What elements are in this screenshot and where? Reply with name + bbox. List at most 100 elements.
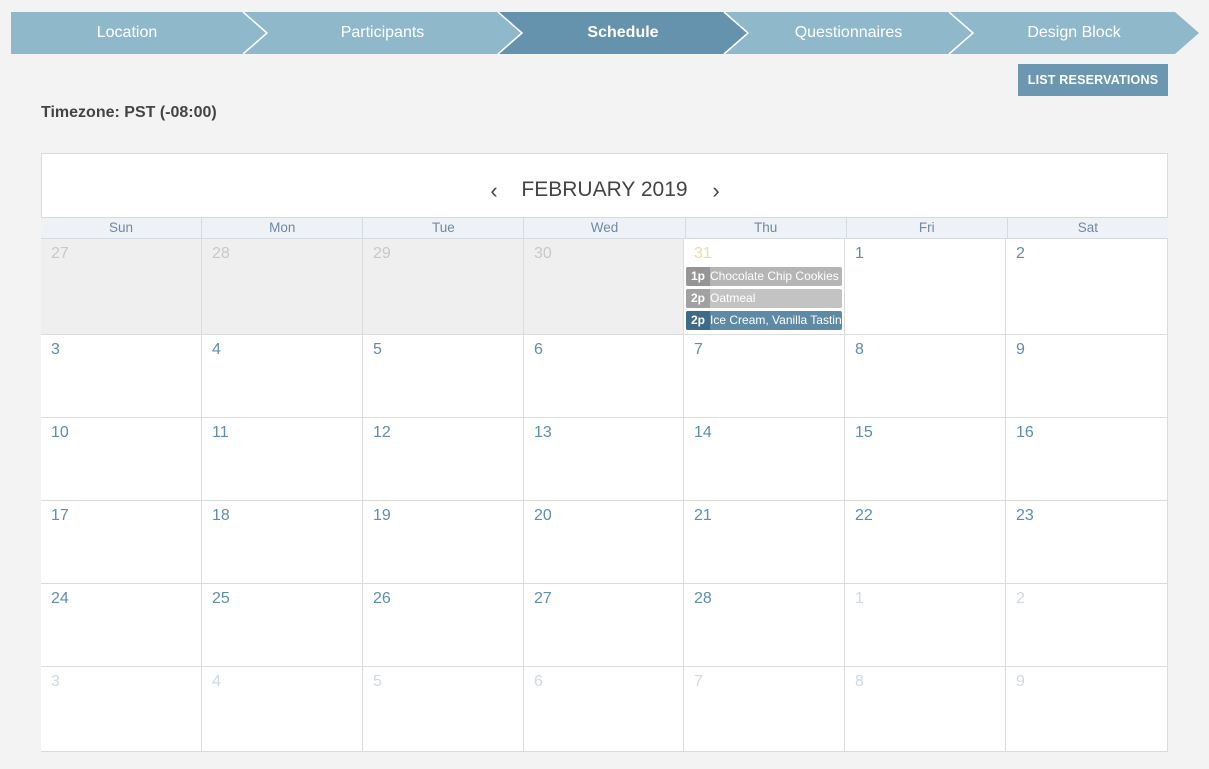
calendar-day-cell[interactable]: 19 <box>363 501 524 584</box>
calendar-grid: 27 28 29 30 31 1p Chocolate Chip Cookies 2p Oatm… <box>41 239 1168 752</box>
chevron-left-icon[interactable]: ‹ <box>484 176 504 206</box>
calendar-day-cell[interactable]: 21 <box>684 501 845 584</box>
day-number: 3 <box>51 673 60 690</box>
day-number: 18 <box>212 507 230 524</box>
calendar-day-cell[interactable]: 3 <box>41 667 202 752</box>
calendar-day-cell[interactable]: 28 <box>684 584 845 667</box>
calendar: ‹ FEBRUARY 2019 › Sun Mon Tue Wed Thu Fri Sat … <box>41 153 1168 752</box>
wizard-step-schedule[interactable]: Schedule <box>522 12 724 54</box>
calendar-day-cell[interactable]: 29 <box>363 239 524 335</box>
day-number: 15 <box>855 424 873 441</box>
calendar-day-cell[interactable]: 6 <box>524 667 684 752</box>
day-number: 12 <box>373 424 391 441</box>
day-number: 17 <box>51 507 69 524</box>
day-number: 6 <box>534 341 543 358</box>
calendar-day-cell[interactable]: 3 <box>41 335 202 418</box>
calendar-day-cell[interactable]: 9 <box>1006 667 1168 752</box>
calendar-day-cell[interactable]: 12 <box>363 418 524 501</box>
calendar-day-cell[interactable]: 31 1p Chocolate Chip Cookies 2p Oatmeal 2p Ice… <box>684 239 845 335</box>
wizard-step-participants[interactable]: Participants <box>267 12 498 54</box>
calendar-day-cell[interactable]: 8 <box>845 667 1006 752</box>
calendar-day-cell[interactable]: 9 <box>1006 335 1168 418</box>
weekday-sun: Sun <box>41 218 203 238</box>
calendar-day-cell[interactable]: 20 <box>524 501 684 584</box>
day-number: 13 <box>534 424 552 441</box>
calendar-day-cell[interactable]: 14 <box>684 418 845 501</box>
weekday-tue: Tue <box>363 218 525 238</box>
weekday-fri: Fri <box>847 218 1008 238</box>
wizard-steps: Location Participants Schedule Questionnair… <box>11 12 1199 54</box>
chevron-right-icon[interactable]: › <box>706 176 726 206</box>
calendar-day-cell[interactable]: 4 <box>202 335 363 418</box>
calendar-day-cell[interactable]: 6 <box>524 335 684 418</box>
calendar-day-cell[interactable]: 5 <box>363 335 524 418</box>
day-number: 1 <box>855 245 864 262</box>
calendar-day-cell[interactable]: 27 <box>41 239 202 335</box>
event-title: Oatmeal <box>710 291 756 305</box>
day-number: 14 <box>694 424 712 441</box>
day-number: 31 <box>694 245 712 262</box>
wizard-step-design-block[interactable]: Design Block <box>973 12 1175 54</box>
calendar-day-cell[interactable]: 13 <box>524 418 684 501</box>
calendar-event[interactable]: 2p Oatmeal <box>686 289 842 308</box>
day-number: 9 <box>1016 341 1025 358</box>
calendar-event[interactable]: 2p Ice Cream, Vanilla Tasting <box>686 311 842 330</box>
calendar-day-cell[interactable]: 2 <box>1006 584 1168 667</box>
weekday-mon: Mon <box>202 218 364 238</box>
day-number: 29 <box>373 245 391 262</box>
calendar-day-cell[interactable]: 18 <box>202 501 363 584</box>
list-reservations-button[interactable]: LIST RESERVATIONS <box>1018 64 1168 96</box>
day-number: 7 <box>694 673 703 690</box>
day-number: 26 <box>373 590 391 607</box>
event-time: 2p <box>686 289 711 308</box>
calendar-day-cell[interactable]: 22 <box>845 501 1006 584</box>
calendar-day-cell[interactable]: 7 <box>684 667 845 752</box>
calendar-day-cell[interactable]: 28 <box>202 239 363 335</box>
day-number: 11 <box>212 424 229 441</box>
day-number: 4 <box>212 341 221 358</box>
day-number: 25 <box>212 590 230 607</box>
calendar-day-cell[interactable]: 10 <box>41 418 202 501</box>
calendar-day-cell[interactable]: 8 <box>845 335 1006 418</box>
calendar-day-cell[interactable]: 4 <box>202 667 363 752</box>
calendar-day-cell[interactable]: 1 <box>845 239 1006 335</box>
calendar-day-cell[interactable]: 26 <box>363 584 524 667</box>
wizard-step-questionnaires[interactable]: Questionnaires <box>748 12 949 54</box>
weekday-wed: Wed <box>524 218 686 238</box>
day-number: 28 <box>694 590 712 607</box>
event-time: 1p <box>686 267 711 286</box>
calendar-day-cell[interactable]: 16 <box>1006 418 1168 501</box>
calendar-day-cell[interactable]: 23 <box>1006 501 1168 584</box>
calendar-day-cell[interactable]: 11 <box>202 418 363 501</box>
day-number: 28 <box>212 245 230 262</box>
calendar-day-cell[interactable]: 1 <box>845 584 1006 667</box>
day-number: 3 <box>51 341 60 358</box>
day-number: 27 <box>51 245 69 262</box>
calendar-event[interactable]: 1p Chocolate Chip Cookies <box>686 267 842 286</box>
calendar-day-cell[interactable]: 24 <box>41 584 202 667</box>
day-number: 24 <box>51 590 69 607</box>
day-number: 4 <box>212 673 221 690</box>
day-number: 23 <box>1016 507 1034 524</box>
wizard-step-location[interactable]: Location <box>11 12 243 54</box>
calendar-day-cell[interactable]: 25 <box>202 584 363 667</box>
calendar-day-cell[interactable]: 27 <box>524 584 684 667</box>
calendar-day-cell[interactable]: 15 <box>845 418 1006 501</box>
day-number: 21 <box>694 507 712 524</box>
weekday-header-row: Sun Mon Tue Wed Thu Fri Sat <box>41 217 1168 239</box>
day-number: 8 <box>855 673 864 690</box>
event-title: Ice Cream, Vanilla Tasting <box>710 313 842 327</box>
calendar-day-cell[interactable]: 17 <box>41 501 202 584</box>
calendar-day-cell[interactable]: 7 <box>684 335 845 418</box>
day-number: 1 <box>855 590 864 607</box>
month-title: FEBRUARY 2019 <box>521 178 688 201</box>
calendar-day-cell[interactable]: 30 <box>524 239 684 335</box>
day-number: 27 <box>534 590 552 607</box>
weekday-sat: Sat <box>1077 220 1099 235</box>
calendar-day-cell[interactable]: 2 <box>1006 239 1168 335</box>
calendar-day-cell[interactable]: 5 <box>363 667 524 752</box>
day-number: 10 <box>51 424 69 441</box>
event-list: 1p Chocolate Chip Cookies 2p Oatmeal 2p Ice C… <box>686 267 842 333</box>
day-number: 8 <box>855 341 864 358</box>
day-number: 9 <box>1016 673 1025 690</box>
